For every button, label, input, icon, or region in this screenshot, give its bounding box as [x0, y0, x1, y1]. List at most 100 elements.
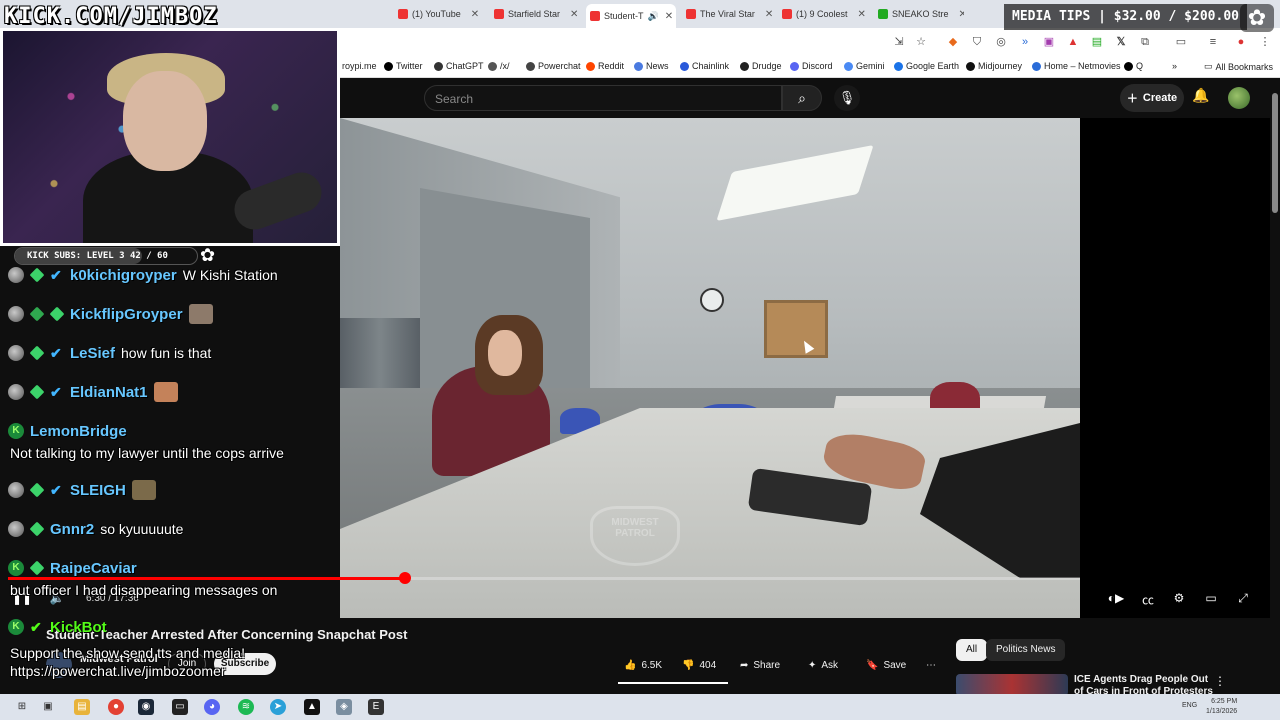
metamask-icon[interactable]: ◆: [946, 35, 960, 49]
browser-tab[interactable]: Starfield Star ✕: [494, 4, 580, 24]
adobe-icon[interactable]: ▲: [304, 699, 320, 715]
avatar-badge-icon: [8, 306, 24, 322]
like-button[interactable]: 👍 6.5K: [624, 654, 662, 676]
bookmark[interactable]: Gemini: [844, 61, 885, 71]
autoplay-toggle[interactable]: ◐▶: [1104, 591, 1128, 607]
powerchat-icon: [526, 61, 535, 71]
steam-icon[interactable]: ◉: [138, 699, 154, 715]
save-button[interactable]: 🔖 Save: [866, 654, 906, 676]
bookmark[interactable]: Google Earth: [894, 61, 959, 71]
bookmark[interactable]: ChatGPT: [434, 61, 484, 71]
search-input[interactable]: Search: [424, 85, 782, 111]
system-clock[interactable]: 6:25 PM 1/13/2026: [1206, 697, 1237, 717]
chrome-icon[interactable]: ●: [108, 699, 124, 715]
bookmark[interactable]: Reddit: [586, 61, 624, 71]
chip-all[interactable]: All: [956, 639, 988, 661]
bookmark[interactable]: roypi.me: [342, 61, 377, 71]
voice-search-button[interactable]: 🎙: [834, 85, 860, 111]
tab-title: (1) 9 Coolest: [796, 9, 848, 19]
discord-icon[interactable]: ◕: [204, 699, 220, 715]
file-explorer-icon[interactable]: ▤: [74, 699, 90, 715]
bookmark[interactable]: /x/: [488, 61, 510, 71]
scrollbar-thumb[interactable]: [1272, 93, 1278, 213]
thumbs-down-icon: 👎: [682, 659, 695, 671]
avatar-badge-icon: [8, 482, 24, 498]
close-icon[interactable]: ✕: [858, 9, 866, 20]
download-icon[interactable]: ≡: [1206, 35, 1220, 49]
browser-tab[interactable]: (1) YouTube ✕: [398, 4, 484, 24]
spotify-icon[interactable]: ≋: [238, 699, 254, 715]
terminal-icon[interactable]: ▭: [172, 699, 188, 715]
app-icon[interactable]: ◈: [336, 699, 352, 715]
bookmark[interactable]: Home – Netmovies: [1032, 61, 1121, 71]
recommendation-menu-icon[interactable]: ⋮: [1214, 674, 1226, 688]
browser-tab[interactable]: (1) 9 Coolest ✕: [782, 4, 868, 24]
bookmark[interactable]: Drudge: [740, 61, 782, 71]
recommendation-title[interactable]: ICE Agents Drag People Out of Cars in Fr…: [1074, 674, 1214, 696]
telegram-icon[interactable]: ➤: [270, 699, 286, 715]
bookmark[interactable]: Chainlink: [680, 61, 729, 71]
epic-games-icon[interactable]: E: [368, 699, 384, 715]
all-bookmarks[interactable]: ▭ All Bookmarks: [1204, 61, 1273, 72]
browser-tab-active[interactable]: Student-T 🔊 ✕: [586, 4, 676, 28]
menu-icon[interactable]: ⋮: [1258, 35, 1272, 49]
dislike-button[interactable]: 👎 404: [682, 654, 716, 676]
star-icon[interactable]: ☆: [914, 35, 928, 49]
extension-icon[interactable]: ▤: [1090, 35, 1104, 49]
share-button[interactable]: ➦ Share: [740, 654, 780, 676]
bookmark[interactable]: Powerchat: [526, 61, 581, 71]
extension-icon[interactable]: »: [1018, 35, 1032, 49]
shield-icon[interactable]: ⛉: [970, 35, 984, 49]
miniplayer-button[interactable]: ▭: [1202, 591, 1220, 607]
windows-icon[interactable]: ⊞: [14, 699, 30, 715]
bookmark[interactable]: News: [634, 61, 669, 71]
captions-button[interactable]: ㏄: [1138, 591, 1158, 607]
browser-tab[interactable]: The Viral Star ✕: [686, 4, 772, 24]
close-icon[interactable]: ✕: [665, 11, 673, 22]
bookmark[interactable]: Discord: [790, 61, 833, 71]
close-icon[interactable]: ✕: [959, 9, 964, 20]
scrollbar[interactable]: [1270, 79, 1280, 694]
task-view-icon[interactable]: ▣: [40, 699, 56, 715]
bookmark[interactable]: Q: [1124, 61, 1143, 71]
extension-icon[interactable]: ▣: [1042, 35, 1056, 49]
notifications-button[interactable]: 🔔: [1190, 87, 1212, 109]
speaker-icon[interactable]: 🔊: [648, 11, 659, 22]
language-indicator[interactable]: ENG: [1182, 702, 1197, 709]
x-icon[interactable]: 𝕏: [1114, 35, 1128, 49]
extension-icon[interactable]: ◎: [994, 35, 1008, 49]
create-button[interactable]: ＋ Create: [1120, 84, 1184, 112]
more-bookmarks-icon[interactable]: »: [1172, 61, 1177, 71]
avatar[interactable]: [1228, 87, 1250, 109]
video-player[interactable]: MIDWEST PATROL: [340, 118, 1080, 618]
close-icon[interactable]: ✕: [471, 9, 479, 20]
more-actions-button[interactable]: ⋯: [926, 654, 936, 676]
progress-scrubber[interactable]: [398, 572, 411, 584]
bookmark-label: /x/: [500, 61, 510, 71]
settings-button[interactable]: ⚙: [1170, 591, 1188, 607]
chat-text: how fun is that: [121, 345, 212, 361]
close-icon[interactable]: ✕: [570, 9, 578, 20]
fullscreen-button[interactable]: ⤢: [1234, 591, 1252, 607]
search-button[interactable]: ⌕: [782, 85, 822, 111]
profile-icon[interactable]: ●: [1234, 35, 1248, 49]
puzzle-icon[interactable]: ⧉: [1138, 35, 1152, 49]
bookmark-label: Reddit: [598, 61, 625, 71]
verified-badge-icon: ✔: [50, 344, 62, 361]
grid-icon: [488, 61, 497, 71]
ask-button[interactable]: ✦ Ask: [808, 654, 838, 676]
chip-politics-news[interactable]: Politics News: [986, 639, 1066, 661]
install-icon[interactable]: ⇲: [892, 35, 906, 49]
diamond-badge-icon: [29, 345, 45, 361]
recommendation-thumbnail[interactable]: [956, 674, 1068, 696]
bookmark[interactable]: Twitter: [384, 61, 423, 71]
fullscreen-icon: ⤢: [1238, 591, 1248, 605]
bookmark[interactable]: Midjourney: [966, 61, 1022, 71]
extension-icon[interactable]: ▲: [1066, 35, 1080, 49]
bookmark-label: Home – Netmovies: [1044, 61, 1121, 71]
close-icon[interactable]: ✕: [765, 9, 772, 20]
chat-message: K RaipeCaviar: [8, 557, 137, 579]
browser-tab[interactable]: SNEAKO Stre ✕: [878, 4, 964, 24]
twitter-icon: [384, 61, 393, 71]
sidebar-icon[interactable]: ▭: [1174, 35, 1188, 49]
